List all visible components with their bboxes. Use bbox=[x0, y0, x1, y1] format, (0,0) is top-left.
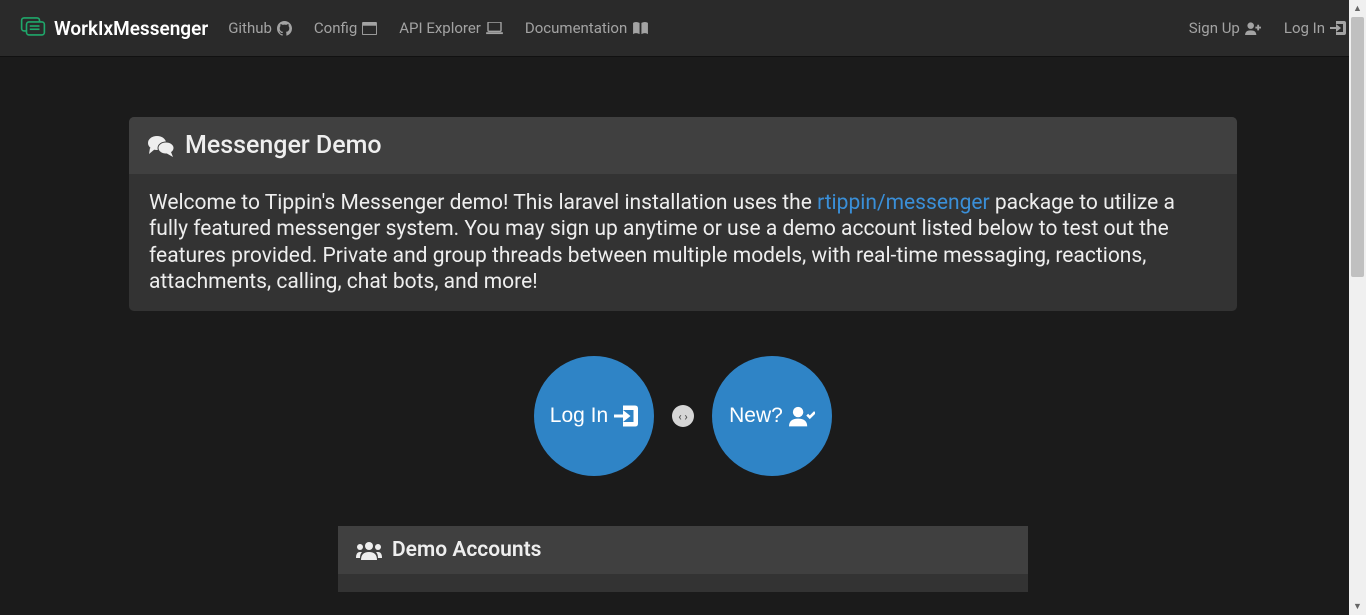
window-icon bbox=[362, 22, 377, 35]
demo-accounts-header: Demo Accounts bbox=[338, 526, 1028, 574]
nav-api-explorer[interactable]: API Explorer bbox=[399, 19, 503, 37]
comments-icon bbox=[147, 134, 175, 158]
vertical-scrollbar[interactable]: ▲ ▼ bbox=[1349, 0, 1366, 615]
hero-description: Welcome to Tippin's Messenger demo! This… bbox=[149, 190, 1217, 295]
desc-part1: Welcome to Tippin's Messenger demo! This… bbox=[149, 191, 817, 215]
signup-button[interactable]: New? bbox=[712, 356, 832, 476]
nav-config-label: Config bbox=[314, 19, 357, 37]
button-divider: ‹ › bbox=[672, 405, 694, 427]
nav-links-left: Github Config API Explorer Documentation bbox=[228, 19, 649, 37]
main-content: Messenger Demo Welcome to Tippin's Messe… bbox=[129, 57, 1237, 592]
users-icon bbox=[356, 540, 382, 560]
scroll-track[interactable] bbox=[1349, 17, 1366, 598]
rtippin-messenger-link[interactable]: rtippin/messenger bbox=[817, 191, 990, 215]
nav-api-label: API Explorer bbox=[399, 19, 481, 37]
nav-signup-label: Sign Up bbox=[1189, 19, 1240, 37]
navbar: WorkIxMessenger Github Config API Explor… bbox=[0, 0, 1366, 57]
nav-documentation[interactable]: Documentation bbox=[525, 19, 649, 37]
scroll-thumb[interactable] bbox=[1351, 17, 1364, 277]
hero-card: Messenger Demo Welcome to Tippin's Messe… bbox=[129, 117, 1237, 311]
scroll-down-arrow[interactable]: ▼ bbox=[1349, 598, 1366, 615]
nav-github[interactable]: Github bbox=[228, 19, 292, 37]
github-icon bbox=[277, 21, 292, 36]
hero-card-header: Messenger Demo bbox=[129, 117, 1237, 174]
demo-accounts-body bbox=[338, 574, 1028, 592]
scroll-up-arrow[interactable]: ▲ bbox=[1349, 0, 1366, 17]
auth-buttons: Log In ‹ › New? bbox=[129, 356, 1237, 476]
user-check-icon bbox=[789, 405, 815, 427]
nav-links-right: Sign Up Log In bbox=[1189, 19, 1346, 37]
nav-config[interactable]: Config bbox=[314, 19, 377, 37]
nav-docs-label: Documentation bbox=[525, 19, 627, 37]
book-icon bbox=[632, 22, 649, 35]
nav-github-label: Github bbox=[228, 19, 272, 37]
brand[interactable]: WorkIxMessenger bbox=[20, 13, 208, 44]
login-button-label: Log In bbox=[550, 404, 608, 428]
nav-sign-up[interactable]: Sign Up bbox=[1189, 19, 1262, 37]
brand-text: WorkIxMessenger bbox=[54, 17, 208, 40]
messenger-logo-icon bbox=[20, 13, 46, 44]
login-icon bbox=[1330, 21, 1346, 35]
nav-login-label: Log In bbox=[1284, 19, 1325, 37]
signup-button-label: New? bbox=[729, 404, 783, 428]
hero-title: Messenger Demo bbox=[185, 131, 382, 160]
laptop-icon bbox=[486, 22, 503, 35]
demo-accounts-card: Demo Accounts bbox=[338, 526, 1028, 592]
hero-card-body: Welcome to Tippin's Messenger demo! This… bbox=[129, 174, 1237, 311]
login-button[interactable]: Log In bbox=[534, 356, 654, 476]
user-plus-icon bbox=[1245, 21, 1262, 35]
divider-text: ‹ › bbox=[678, 410, 688, 423]
demo-accounts-title: Demo Accounts bbox=[392, 538, 541, 562]
nav-log-in[interactable]: Log In bbox=[1284, 19, 1346, 37]
login-arrow-icon bbox=[614, 405, 638, 427]
